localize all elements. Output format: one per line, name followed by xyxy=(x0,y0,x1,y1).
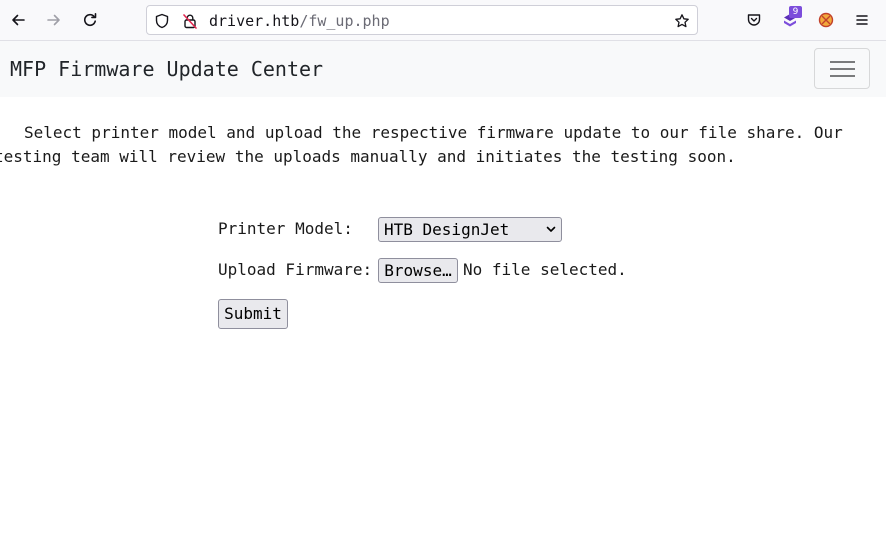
back-button[interactable] xyxy=(4,6,32,34)
bookmark-button[interactable] xyxy=(673,12,691,30)
chevron-down-icon xyxy=(546,226,556,232)
url-text[interactable]: driver.htb/fw_up.php xyxy=(209,12,390,30)
url-host: driver.htb xyxy=(209,12,300,30)
printer-model-value: HTB DesignJet xyxy=(384,220,510,239)
browser-toolbar: driver.htb/fw_up.php 9 xyxy=(0,0,886,41)
extension-badge: 9 xyxy=(789,6,802,18)
lock-insecure-icon xyxy=(183,14,197,29)
navbar-brand[interactable]: MFP Firmware Update Center xyxy=(10,57,323,81)
star-icon xyxy=(675,14,689,28)
intro-text: Select printer model and upload the resp… xyxy=(0,123,843,166)
printer-model-label: Printer Model: xyxy=(218,219,353,238)
addon-icon xyxy=(818,12,834,28)
site-security-button[interactable] xyxy=(181,12,199,30)
forward-button[interactable] xyxy=(40,6,68,34)
navbar-toggler-button[interactable] xyxy=(814,48,870,89)
url-path: /fw_up.php xyxy=(299,12,390,30)
submit-button[interactable]: Submit xyxy=(218,299,288,329)
file-status-text: No file selected. xyxy=(463,260,627,279)
arrow-right-icon xyxy=(47,14,60,26)
hamburger-menu-icon xyxy=(856,15,868,25)
upload-firmware-label: Upload Firmware: xyxy=(218,260,373,279)
reload-icon xyxy=(83,13,97,27)
browse-button[interactable]: Browse… xyxy=(378,258,458,283)
shield-icon xyxy=(155,13,169,29)
site-navbar: MFP Firmware Update Center xyxy=(0,41,886,97)
tracking-protection-button[interactable] xyxy=(153,12,171,30)
arrow-left-icon xyxy=(12,14,25,26)
printer-model-select[interactable]: HTB DesignJet xyxy=(378,217,562,242)
hamburger-icon xyxy=(830,61,855,63)
url-bar[interactable]: driver.htb/fw_up.php xyxy=(146,5,698,35)
app-menu-button[interactable] xyxy=(848,6,876,34)
pocket-icon xyxy=(747,14,761,26)
pocket-button[interactable] xyxy=(740,6,768,34)
reload-button[interactable] xyxy=(76,6,104,34)
addon-button[interactable] xyxy=(812,6,840,34)
